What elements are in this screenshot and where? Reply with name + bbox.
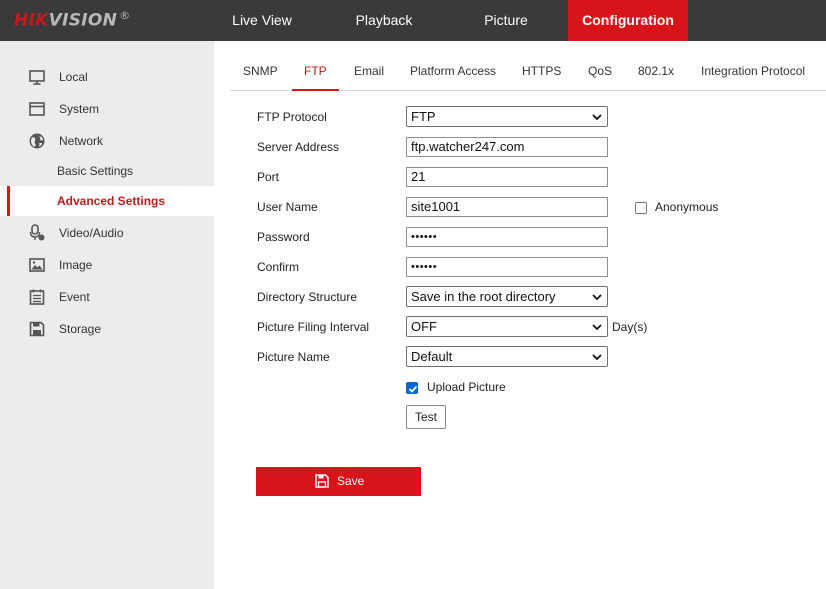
network-tabs: SNMP FTP Email Platform Access HTTPS QoS…	[230, 52, 826, 91]
nav-live-view[interactable]: Live View	[214, 0, 310, 41]
ftp-protocol-label: FTP Protocol	[257, 110, 327, 124]
ftp-protocol-value: FTP	[411, 109, 436, 124]
chevron-down-icon	[592, 324, 602, 331]
picture-filing-interval-label: Picture Filing Interval	[257, 320, 370, 334]
picture-filing-interval-value: OFF	[411, 319, 437, 334]
sidebar-item-advanced-settings[interactable]: Advanced Settings	[0, 186, 214, 216]
nav-playback[interactable]: Playback	[335, 0, 433, 41]
chevron-down-icon	[592, 114, 602, 121]
tab-integration-protocol[interactable]: Integration Protocol	[701, 64, 805, 78]
monitor-icon	[29, 70, 45, 85]
sidebar-item-label: Local	[59, 70, 88, 84]
sidebar-item-label: Event	[59, 290, 90, 304]
sidebar-item-system[interactable]: System	[0, 94, 214, 124]
sidebar-item-label: Basic Settings	[57, 164, 134, 178]
sidebar-item-label: Image	[59, 258, 93, 272]
user-name-label: User Name	[257, 200, 318, 214]
confirm-password-input[interactable]: ••••••	[406, 257, 608, 277]
sidebar-item-event[interactable]: Event	[0, 282, 214, 312]
user-name-input[interactable]: site1001	[406, 197, 608, 217]
microphone-camera-icon	[29, 224, 45, 241]
chevron-down-icon	[592, 294, 602, 301]
tab-ftp[interactable]: FTP	[304, 64, 327, 78]
nav-picture[interactable]: Picture	[460, 0, 552, 41]
sidebar-item-video-audio[interactable]: Video/Audio	[0, 218, 214, 248]
password-input[interactable]: ••••••	[406, 227, 608, 247]
tab-snmp[interactable]: SNMP	[243, 64, 278, 78]
tab-qos[interactable]: QoS	[588, 64, 612, 78]
anonymous-label: Anonymous	[655, 200, 719, 214]
save-button-label: Save	[337, 474, 365, 488]
top-bar: HIKVISION ® Live View Playback Picture Co…	[0, 0, 826, 41]
calendar-list-icon	[29, 289, 45, 305]
password-label: Password	[257, 230, 310, 244]
nav-configuration[interactable]: Configuration	[568, 0, 688, 41]
sidebar-item-label: Network	[59, 134, 104, 148]
anonymous-checkbox[interactable]	[635, 202, 647, 214]
confirm-label: Confirm	[257, 260, 300, 274]
tab-email[interactable]: Email	[354, 64, 384, 78]
window-icon	[29, 102, 45, 116]
sidebar-item-label: Video/Audio	[59, 226, 124, 240]
floppy-disk-icon	[315, 474, 329, 488]
sidebar-item-local[interactable]: Local	[0, 62, 214, 92]
directory-structure-value: Save in the root directory	[411, 289, 556, 304]
active-tab-indicator	[292, 89, 339, 91]
checkmark-icon	[408, 385, 418, 393]
upload-picture-label: Upload Picture	[427, 380, 506, 394]
image-icon	[29, 258, 45, 272]
test-button[interactable]: Test	[406, 405, 446, 429]
picture-name-label: Picture Name	[257, 350, 330, 364]
server-address-label: Server Address	[257, 140, 340, 154]
directory-structure-select[interactable]: Save in the root directory	[406, 286, 608, 307]
sidebar-item-label: System	[59, 102, 100, 116]
port-label: Port	[257, 170, 280, 184]
picture-filing-interval-select[interactable]: OFF	[406, 316, 608, 337]
server-address-input[interactable]: ftp.watcher247.com	[406, 137, 608, 157]
sidebar-item-basic-settings[interactable]: Basic Settings	[0, 156, 214, 186]
upload-picture-checkbox[interactable]	[406, 382, 418, 394]
chevron-down-icon	[592, 354, 602, 361]
tab-platform-access[interactable]: Platform Access	[410, 64, 496, 78]
save-button[interactable]: Save	[256, 467, 421, 496]
directory-structure-label: Directory Structure	[257, 290, 358, 304]
interval-unit-label: Day(s)	[612, 320, 648, 334]
picture-name-value: Default	[411, 349, 453, 364]
sidebar-item-label: Advanced Settings	[57, 194, 166, 208]
ftp-protocol-select[interactable]: FTP	[406, 106, 608, 127]
sidebar-item-label: Storage	[59, 322, 102, 336]
tab-8021x[interactable]: 802.1x	[638, 64, 674, 78]
picture-name-select[interactable]: Default	[406, 346, 608, 367]
sidebar-item-network[interactable]: Network	[0, 126, 214, 156]
port-input[interactable]: 21	[406, 167, 608, 187]
sidebar-item-storage[interactable]: Storage	[0, 314, 214, 344]
hikvision-logo: HIKVISION ®	[14, 9, 131, 31]
globe-icon	[29, 133, 45, 149]
floppy-disk-icon	[29, 321, 45, 337]
sidebar-item-image[interactable]: Image	[0, 250, 214, 280]
sidebar: Local System Network Basic Settings Adva…	[0, 41, 214, 589]
tab-https[interactable]: HTTPS	[522, 64, 561, 78]
